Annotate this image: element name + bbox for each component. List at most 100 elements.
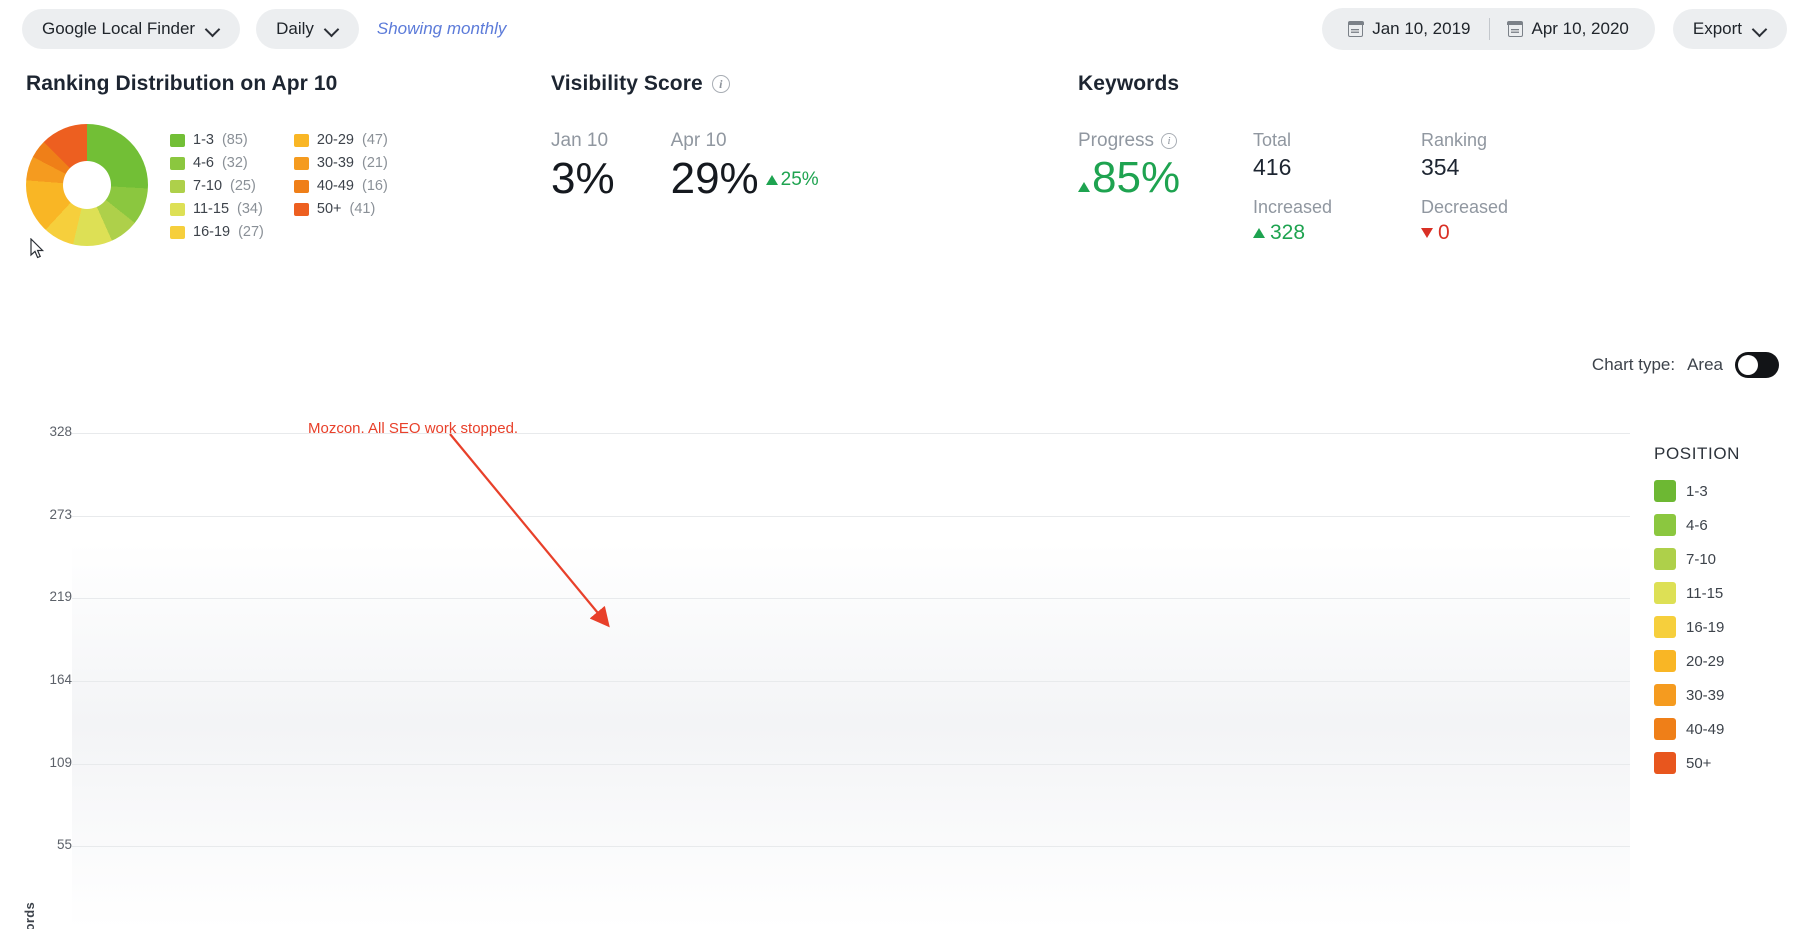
keywords-increased-value: 328 xyxy=(1270,221,1305,245)
visibility-score-title: Visibility Score i xyxy=(551,72,819,96)
y-axis-tick: 328 xyxy=(10,424,72,439)
ranking-legend-count: (41) xyxy=(350,201,376,217)
position-legend-item[interactable]: 1-3 xyxy=(1654,474,1740,508)
color-swatch-icon xyxy=(1654,650,1676,672)
position-legend-item[interactable]: 4-6 xyxy=(1654,508,1740,542)
date-from[interactable]: Jan 10, 2019 xyxy=(1330,19,1488,39)
info-icon[interactable]: i xyxy=(712,75,730,93)
color-swatch-icon xyxy=(1654,548,1676,570)
ranking-legend-count: (34) xyxy=(237,201,263,217)
position-legend: POSITION 1-3 4-6 7-10 11-15 16-19 20-29 30-39 4… xyxy=(1654,444,1740,780)
position-legend-label: 4-6 xyxy=(1686,517,1708,534)
keywords-progress-label-row: Progress i xyxy=(1078,130,1253,152)
scope-selector-label: Google Local Finder xyxy=(42,19,195,39)
position-legend-title: POSITION xyxy=(1654,444,1740,464)
ranking-distribution-body: 1-3(85)4-6(32)7-10(25)11-15(34)16-19(27)… xyxy=(26,124,388,246)
position-legend-rows: 1-3 4-6 7-10 11-15 16-19 20-29 30-39 40-49 50+ xyxy=(1654,474,1740,780)
ranking-donut-chart xyxy=(26,124,148,246)
calendar-icon xyxy=(1348,22,1363,37)
arrow-up-icon xyxy=(1078,182,1090,192)
keywords-progress-label: Progress xyxy=(1078,130,1154,152)
y-axis: 55109164219273328 xyxy=(0,392,72,929)
keywords-total-column: Total 416 Increased 328 xyxy=(1253,130,1377,245)
keywords-decreased-label: Decreased xyxy=(1421,197,1545,218)
keywords-ranking-column: Ranking 354 Decreased 0 xyxy=(1421,130,1545,245)
position-legend-label: 11-15 xyxy=(1686,585,1723,602)
date-to[interactable]: Apr 10, 2020 xyxy=(1490,19,1647,39)
chart-annotation: Mozcon. All SEO work stopped. xyxy=(308,420,518,437)
position-legend-label: 16-19 xyxy=(1686,619,1724,636)
position-legend-label: 20-29 xyxy=(1686,653,1724,670)
y-axis-tick: 273 xyxy=(10,507,72,522)
color-swatch-icon xyxy=(1654,480,1676,502)
ranking-legend-label: 20-29 xyxy=(317,132,354,148)
position-legend-label: 7-10 xyxy=(1686,551,1716,568)
export-button[interactable]: Export xyxy=(1673,9,1787,49)
chart-plot-area: Mozcon. All SEO work stopped. xyxy=(72,392,1630,929)
color-swatch-icon xyxy=(170,157,185,170)
keyword-area-chart: Total Keywords 55109164219273328 Mozcon.… xyxy=(0,392,1797,929)
keywords-total-label: Total xyxy=(1253,130,1377,151)
date-from-label: Jan 10, 2019 xyxy=(1372,19,1470,39)
ranking-legend-item: 1-3(85) xyxy=(170,132,264,148)
keywords-progress-value: 85% xyxy=(1092,155,1180,201)
info-icon[interactable]: i xyxy=(1161,133,1177,149)
visibility-score-panel: Visibility Score i Jan 10 3% Apr 10 29% … xyxy=(551,72,819,202)
ranking-distribution-title: Ranking Distribution on Apr 10 xyxy=(26,72,388,96)
ranking-legend-count: (27) xyxy=(238,224,264,240)
position-legend-item[interactable]: 20-29 xyxy=(1654,644,1740,678)
keywords-increased-value-row: 328 xyxy=(1253,221,1377,245)
ranking-legend-item: 40-49(16) xyxy=(294,178,388,194)
gridline xyxy=(72,764,1630,765)
chevron-down-icon xyxy=(1754,23,1767,36)
arrow-down-icon xyxy=(1421,228,1433,238)
mouse-cursor xyxy=(30,238,46,260)
visibility-score-title-text: Visibility Score xyxy=(551,72,703,96)
visibility-start-label: Jan 10 xyxy=(551,130,615,152)
position-legend-item[interactable]: 7-10 xyxy=(1654,542,1740,576)
color-swatch-icon xyxy=(1654,582,1676,604)
frequency-selector[interactable]: Daily xyxy=(256,9,359,49)
gridline xyxy=(72,516,1630,517)
y-axis-tick: 164 xyxy=(10,672,72,687)
gridline xyxy=(72,433,1630,434)
chart-type-toggle[interactable] xyxy=(1735,352,1779,378)
position-legend-item[interactable]: 16-19 xyxy=(1654,610,1740,644)
visibility-score-body: Jan 10 3% Apr 10 29% 25% xyxy=(551,130,819,202)
export-label: Export xyxy=(1693,19,1742,39)
position-legend-item[interactable]: 40-49 xyxy=(1654,712,1740,746)
ranking-distribution-panel: Ranking Distribution on Apr 10 1-3(85)4-… xyxy=(26,72,388,246)
ranking-legend-count: (21) xyxy=(362,155,388,171)
keywords-decreased-value-row: 0 xyxy=(1421,221,1545,245)
position-legend-label: 40-49 xyxy=(1686,721,1724,738)
color-swatch-icon xyxy=(1654,684,1676,706)
keywords-increased-label: Increased xyxy=(1253,197,1377,218)
arrow-up-icon xyxy=(1253,228,1265,238)
scope-selector[interactable]: Google Local Finder xyxy=(22,9,240,49)
position-legend-label: 1-3 xyxy=(1686,483,1708,500)
ranking-legend-item: 16-19 (27) xyxy=(170,224,264,240)
keywords-ranking-label: Ranking xyxy=(1421,130,1545,151)
ranking-legend-item: 50+(41) xyxy=(294,201,388,217)
ranking-legend-item: 7-10(25) xyxy=(170,178,264,194)
ranking-legend-count: (47) xyxy=(362,132,388,148)
chevron-down-icon xyxy=(326,23,339,36)
position-legend-item[interactable]: 30-39 xyxy=(1654,678,1740,712)
toggle-knob xyxy=(1738,355,1758,375)
keywords-stats: Total 416 Increased 328 Ranking 354 Decr… xyxy=(1253,130,1545,245)
ranking-legend-label: 40-49 xyxy=(317,178,354,194)
kpi-strip: Ranking Distribution on Apr 10 1-3(85)4-… xyxy=(0,72,1797,287)
ranking-legend-label: 11-15 xyxy=(193,201,229,217)
date-range-picker[interactable]: Jan 10, 2019 Apr 10, 2020 xyxy=(1322,8,1655,50)
keywords-decreased-value: 0 xyxy=(1438,221,1450,245)
position-legend-label: 30-39 xyxy=(1686,687,1724,704)
ranking-legend-column-1: 1-3(85)4-6(32)7-10(25)11-15(34)16-19(27) xyxy=(170,132,264,240)
ranking-legend-item: 30-39 (21) xyxy=(294,155,388,171)
ranking-legend-label: 1-3 xyxy=(193,132,214,148)
color-swatch-icon xyxy=(1654,718,1676,740)
ranking-legend-count: (32) xyxy=(222,155,248,171)
position-legend-item[interactable]: 50+ xyxy=(1654,746,1740,780)
ranking-legend-label: 30-39 xyxy=(317,155,354,171)
position-legend-item[interactable]: 11-15 xyxy=(1654,576,1740,610)
ranking-legend-label: 16-19 xyxy=(193,224,230,240)
